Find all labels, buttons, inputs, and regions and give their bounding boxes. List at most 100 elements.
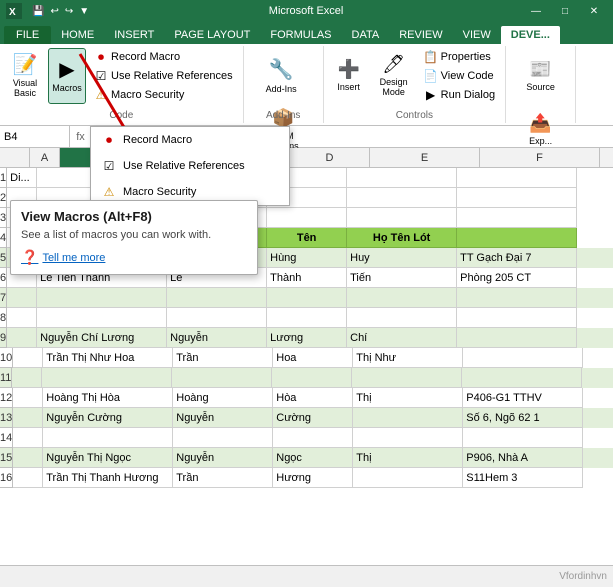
tab-insert[interactable]: INSERT [104, 26, 164, 44]
view-code-button[interactable]: 📄 View Code [420, 67, 499, 85]
cell-c15[interactable]: Nguyễn [173, 448, 273, 468]
cell-d3[interactable] [267, 208, 347, 228]
cell-e12[interactable]: Thị [353, 388, 463, 408]
quick-access-undo[interactable]: ↩ [50, 6, 58, 17]
cell-c12[interactable]: Hoàng [173, 388, 273, 408]
cell-b15[interactable]: Nguyễn Thị Ngọc [43, 448, 173, 468]
cell-c13[interactable]: Nguyễn [173, 408, 273, 428]
cell-a9[interactable] [7, 328, 37, 348]
tab-view[interactable]: VIEW [453, 26, 501, 44]
cell-f1[interactable] [457, 168, 577, 188]
cell-d5[interactable]: Hùng [267, 248, 347, 268]
cell-e1[interactable] [347, 168, 457, 188]
cell-d13[interactable]: Cường [273, 408, 353, 428]
customize-qat[interactable]: ▼ [79, 6, 89, 17]
tooltip-link[interactable]: ❓ Tell me more [21, 249, 247, 266]
cell-e14[interactable] [353, 428, 463, 448]
quick-access-redo[interactable]: ↪ [65, 6, 73, 17]
cell-b12[interactable]: Hoàng Thị Hòa [43, 388, 173, 408]
cell-f12[interactable]: P406-G1 TTHV [463, 388, 583, 408]
cell-b11[interactable] [42, 368, 172, 388]
cell-b9[interactable]: Nguyễn Chí Lương [37, 328, 167, 348]
cell-c7[interactable] [167, 288, 267, 308]
cell-a10[interactable] [13, 348, 43, 368]
cell-e15[interactable]: Thị [353, 448, 463, 468]
cell-c9[interactable]: Nguyễn [167, 328, 267, 348]
cell-b7[interactable] [37, 288, 167, 308]
cell-d9[interactable]: Lương [267, 328, 347, 348]
cell-b8[interactable] [37, 308, 167, 328]
cell-e5[interactable]: Huy [347, 248, 457, 268]
cell-c11[interactable] [172, 368, 272, 388]
cell-f13[interactable]: Số 6, Ngõ 62 1 [463, 408, 583, 428]
cell-a7[interactable] [7, 288, 37, 308]
cell-d7[interactable] [267, 288, 347, 308]
cell-a11[interactable] [12, 368, 42, 388]
cell-b16[interactable]: Trần Thị Thanh Hương [43, 468, 173, 488]
cell-d8[interactable] [267, 308, 347, 328]
run-dialog-button[interactable]: ▶ Run Dialog [420, 86, 499, 104]
tab-developer[interactable]: DEVE... [501, 26, 560, 44]
record-macro-menu-item[interactable]: ⏺ Record Macro [91, 127, 289, 153]
cell-e6[interactable]: Tiến [347, 268, 457, 288]
cell-d11[interactable] [272, 368, 352, 388]
cell-f11[interactable] [462, 368, 582, 388]
source-button[interactable]: 📰 Source [519, 48, 563, 104]
cell-f6[interactable]: Phòng 205 CT [457, 268, 577, 288]
cell-c8[interactable] [167, 308, 267, 328]
record-macro-button[interactable]: ⏺ Record Macro [90, 48, 237, 66]
tab-file[interactable]: FILE [4, 26, 51, 44]
cell-e2[interactable] [347, 188, 457, 208]
cell-e8[interactable] [347, 308, 457, 328]
cell-e7[interactable] [347, 288, 457, 308]
visual-basic-button[interactable]: 📝 VisualBasic [6, 48, 44, 104]
cell-f5[interactable]: TT Gạch Đại 7 [457, 248, 577, 268]
cell-a16[interactable] [13, 468, 43, 488]
cell-f10[interactable] [463, 348, 583, 368]
properties-button[interactable]: 📋 Properties [420, 48, 499, 66]
cell-a14[interactable] [13, 428, 43, 448]
cell-f2[interactable] [457, 188, 577, 208]
tab-home[interactable]: HOME [51, 26, 104, 44]
tab-data[interactable]: DATA [342, 26, 390, 44]
cell-f4[interactable] [457, 228, 577, 248]
cell-e3[interactable] [347, 208, 457, 228]
insert-button[interactable]: ➕ Insert [330, 48, 368, 104]
cell-a15[interactable] [13, 448, 43, 468]
macro-security-button[interactable]: ⚠ Macro Security [90, 86, 237, 104]
cell-c10[interactable]: Trần [173, 348, 273, 368]
tab-review[interactable]: REVIEW [389, 26, 452, 44]
cell-c16[interactable]: Trần [173, 468, 273, 488]
add-ins-button[interactable]: 🔧 Add-Ins [261, 48, 301, 104]
cell-c14[interactable] [173, 428, 273, 448]
cell-b13[interactable]: Nguyễn Cường [43, 408, 173, 428]
cell-f16[interactable]: S11Hem 3 [463, 468, 583, 488]
cell-b14[interactable] [43, 428, 173, 448]
cell-f8[interactable] [457, 308, 577, 328]
quick-access-save[interactable]: 💾 [32, 6, 44, 17]
macros-button[interactable]: ▶ Macros [48, 48, 86, 104]
cell-d6[interactable]: Thành [267, 268, 347, 288]
cell-e4[interactable]: Họ Tên Lót [347, 228, 457, 248]
cell-d16[interactable]: Hương [273, 468, 353, 488]
cell-d4[interactable]: Tên [267, 228, 347, 248]
minimize-button[interactable]: — [523, 0, 549, 22]
cell-b10[interactable]: Trần Thị Như Hoa [43, 348, 173, 368]
tab-formulas[interactable]: FORMULAS [260, 26, 341, 44]
cell-e13[interactable] [353, 408, 463, 428]
cell-f7[interactable] [457, 288, 577, 308]
cell-d12[interactable]: Hòa [273, 388, 353, 408]
cell-e10[interactable]: Thị Như [353, 348, 463, 368]
cell-f9[interactable] [457, 328, 577, 348]
cell-e16[interactable] [353, 468, 463, 488]
use-relative-button[interactable]: ☑ Use Relative References [90, 67, 237, 85]
cell-e11[interactable] [352, 368, 462, 388]
use-relative-menu-item[interactable]: ☑ Use Relative References [91, 153, 289, 179]
cell-d15[interactable]: Ngọc [273, 448, 353, 468]
cell-f3[interactable] [457, 208, 577, 228]
cell-d14[interactable] [273, 428, 353, 448]
cell-a13[interactable] [13, 408, 43, 428]
close-button[interactable]: ✕ [581, 0, 607, 22]
cell-e9[interactable]: Chí [347, 328, 457, 348]
cell-a12[interactable] [13, 388, 43, 408]
